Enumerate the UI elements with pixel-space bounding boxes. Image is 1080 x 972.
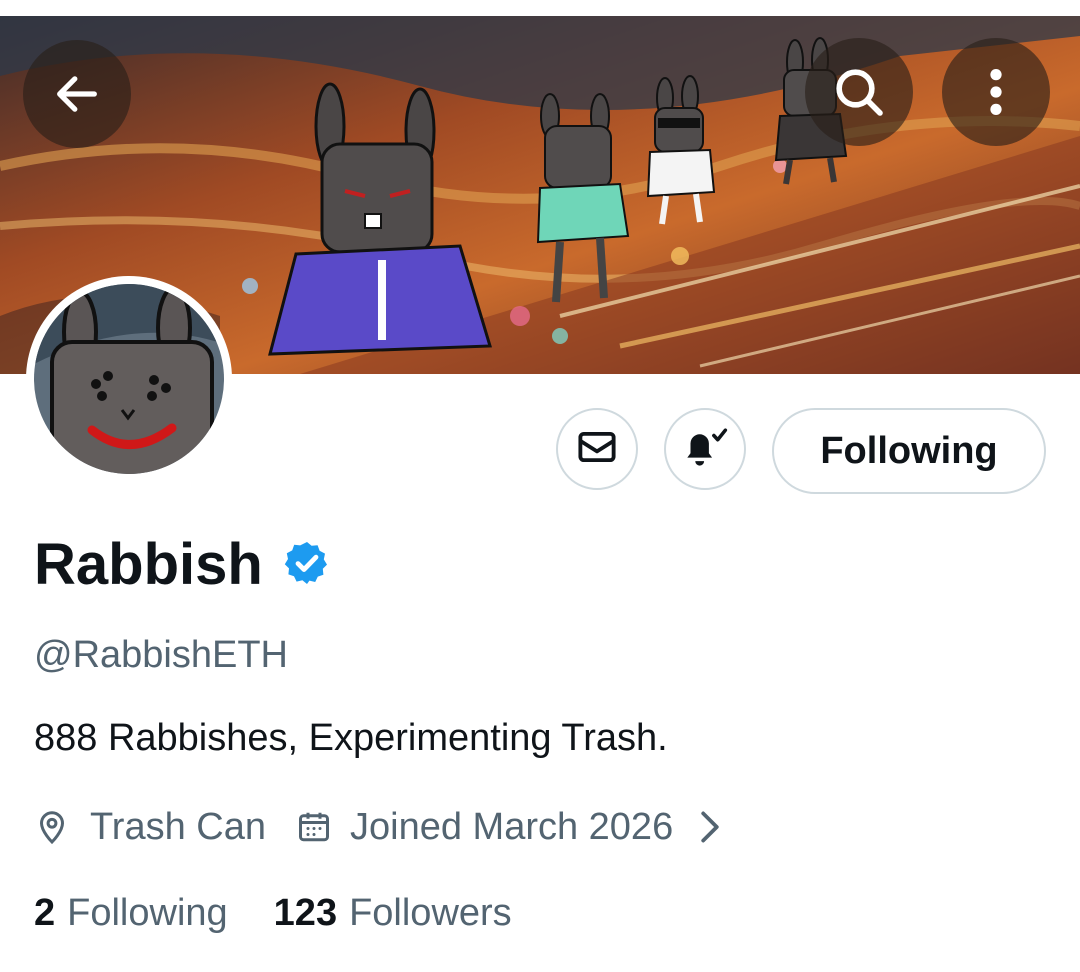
arrow-left-icon bbox=[51, 68, 103, 120]
search-button[interactable] bbox=[805, 38, 913, 146]
following-count: 2 bbox=[34, 891, 56, 934]
following-button[interactable]: Following bbox=[772, 408, 1046, 494]
followers-label: Followers bbox=[349, 891, 512, 934]
joined-date[interactable]: Joined March 2026 bbox=[296, 806, 721, 849]
avatar-image bbox=[34, 284, 224, 474]
location: Trash Can bbox=[34, 806, 266, 849]
verified-badge-icon[interactable] bbox=[283, 539, 331, 592]
calendar-icon bbox=[296, 809, 332, 845]
message-button[interactable] bbox=[556, 408, 638, 490]
notifications-button[interactable] bbox=[664, 408, 746, 490]
followers-count: 123 bbox=[273, 891, 338, 934]
location-pin-icon bbox=[34, 809, 70, 845]
search-icon bbox=[831, 64, 887, 120]
username-handle: @RabbishETH bbox=[34, 634, 288, 676]
bell-check-icon bbox=[680, 424, 730, 475]
following-label: Following bbox=[67, 891, 228, 934]
back-button[interactable] bbox=[23, 40, 131, 148]
name-row: Rabbish bbox=[34, 530, 331, 600]
profile-avatar[interactable] bbox=[26, 276, 232, 482]
display-name: Rabbish bbox=[34, 532, 263, 597]
profile-bio: 888 Rabbishes, Experimenting Trash. bbox=[34, 717, 668, 759]
profile-page: Following Rabbish @RabbishETH 888 Rabbis… bbox=[0, 0, 1080, 972]
more-vertical-icon bbox=[986, 66, 1006, 118]
location-text: Trash Can bbox=[90, 805, 266, 848]
following-stat[interactable]: 2 Following bbox=[34, 892, 228, 935]
more-options-button[interactable] bbox=[942, 38, 1050, 146]
chevron-right-icon bbox=[699, 810, 721, 844]
follow-stats: 2 Following 123 Followers bbox=[34, 888, 512, 938]
profile-meta: Trash Can Joined March 2026 bbox=[34, 800, 721, 854]
joined-text: Joined March 2026 bbox=[350, 805, 674, 848]
followers-stat[interactable]: 123 Followers bbox=[274, 892, 512, 935]
envelope-icon bbox=[576, 426, 618, 473]
